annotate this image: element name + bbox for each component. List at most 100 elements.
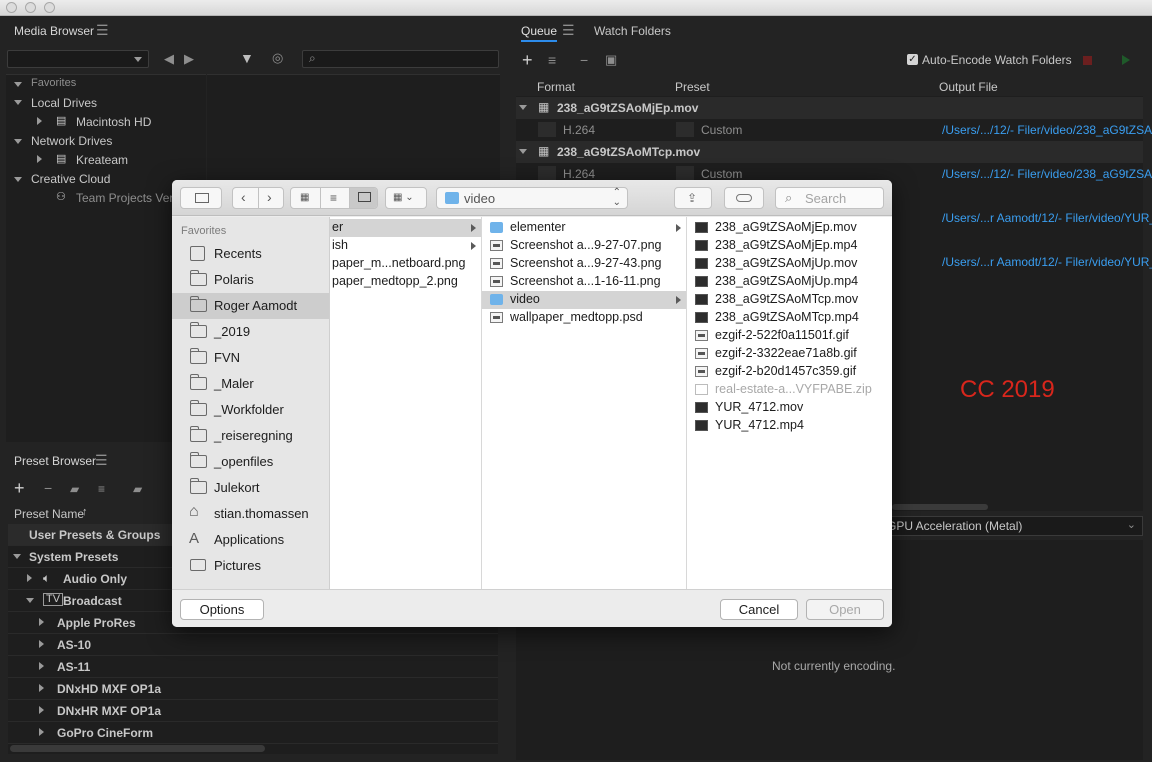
- list-item[interactable]: 238_aG9tZSAoMTcp.mp4: [687, 309, 892, 327]
- list-item[interactable]: 238_aG9tZSAoMjEp.mp4: [687, 237, 892, 255]
- tree-item-kreateam[interactable]: Kreateam: [76, 153, 128, 167]
- expand-favorites-icon[interactable]: [14, 82, 22, 87]
- sidebar-item-2019[interactable]: _2019: [172, 319, 329, 345]
- tree-item-creative-cloud[interactable]: Creative Cloud: [31, 172, 110, 186]
- list-item[interactable]: GoPro CineForm: [8, 722, 498, 744]
- expand-macintosh-icon[interactable]: [37, 117, 42, 125]
- back-icon[interactable]: ‹: [241, 189, 246, 205]
- sidebar-toggle-button[interactable]: [180, 187, 222, 209]
- location-dropdown[interactable]: [7, 50, 149, 68]
- list-item[interactable]: paper_m...netboard.png: [330, 255, 481, 273]
- duplicate-icon[interactable]: ▣: [605, 52, 617, 68]
- output-file-link[interactable]: /Users/.../12/- Filer/video/238_aG9tZSAo: [942, 167, 1152, 181]
- chevron-down-icon[interactable]: [26, 598, 34, 603]
- arrange-button[interactable]: ▦ ⌄: [385, 187, 427, 209]
- add-preset-icon[interactable]: +: [14, 478, 25, 499]
- list-item[interactable]: AS-10: [8, 634, 498, 656]
- list-item[interactable]: ezgif-2-522f0a11501f.gif: [687, 327, 892, 345]
- format-column-header[interactable]: Format: [537, 80, 575, 94]
- list-item[interactable]: Screenshot a...9-27-43.png: [482, 255, 686, 273]
- list-item[interactable]: DNxHR MXF OP1a: [8, 700, 498, 722]
- filter-icon[interactable]: ▼: [240, 50, 254, 66]
- tab-queue[interactable]: Queue: [521, 24, 558, 42]
- sidebar-item-home[interactable]: ⌂ stian.thomassen: [172, 501, 329, 527]
- chevron-right-icon[interactable]: [39, 640, 44, 648]
- remove-icon[interactable]: −: [580, 52, 588, 68]
- horizontal-scrollbar[interactable]: [10, 745, 265, 752]
- share-button[interactable]: ⇪: [674, 187, 712, 209]
- list-item[interactable]: 238_aG9tZSAoMjUp.mp4: [687, 273, 892, 291]
- search-field[interactable]: ⌕ Search: [775, 187, 884, 209]
- options-button[interactable]: Options: [180, 599, 264, 620]
- column-view-button[interactable]: [349, 188, 377, 208]
- preset-dropdown[interactable]: [676, 122, 694, 137]
- settings-sliders-icon[interactable]: ≡: [548, 52, 556, 68]
- horizontal-scrollbar[interactable]: [892, 504, 988, 510]
- media-search-input[interactable]: ⌕: [302, 50, 499, 68]
- sidebar-item-applications[interactable]: A Applications: [172, 527, 329, 553]
- expand-kreateam-icon[interactable]: [37, 155, 42, 163]
- tree-item-favorites[interactable]: Favorites: [31, 77, 76, 89]
- minimize-window-button[interactable]: [25, 2, 36, 13]
- list-item[interactable]: 238_aG9tZSAoMjUp.mov: [687, 255, 892, 273]
- zoom-window-button[interactable]: [44, 2, 55, 13]
- preset-settings-icon[interactable]: ≡: [98, 482, 105, 496]
- preset-dropdown[interactable]: [676, 166, 694, 181]
- list-item[interactable]: ezgif-2-3322eae71a8b.gif: [687, 345, 892, 363]
- tree-item-local-drives[interactable]: Local Drives: [31, 96, 97, 110]
- add-source-icon[interactable]: +: [522, 50, 533, 71]
- view-icon[interactable]: ◎: [272, 50, 283, 66]
- cancel-button[interactable]: Cancel: [720, 599, 798, 620]
- expand-local-drives-icon[interactable]: [14, 100, 22, 105]
- auto-encode-checkbox[interactable]: ✓: [907, 54, 918, 65]
- list-item[interactable]: paper_medtopp_2.png: [330, 273, 481, 291]
- tree-item-network-drives[interactable]: Network Drives: [31, 134, 112, 148]
- new-group-icon[interactable]: ▰: [70, 482, 79, 496]
- icon-view-button[interactable]: ▦: [291, 188, 320, 208]
- chevron-right-icon[interactable]: [39, 618, 44, 626]
- list-item[interactable]: AS-11: [8, 656, 498, 678]
- output-file-link[interactable]: /Users/...r Aamodt/12/- Filer/video/YUR_: [942, 255, 1152, 269]
- back-arrow-icon[interactable]: ◀: [164, 51, 174, 67]
- list-item[interactable]: Screenshot a...9-27-07.png: [482, 237, 686, 255]
- panel-menu-icon[interactable]: ☰: [562, 22, 575, 39]
- remove-preset-icon[interactable]: −: [44, 480, 52, 496]
- chevron-down-icon[interactable]: [13, 554, 21, 559]
- sidebar-item-maler[interactable]: _Maler: [172, 371, 329, 397]
- list-item[interactable]: ish: [330, 237, 481, 255]
- output-file-link[interactable]: /Users/...r Aamodt/12/- Filer/video/YUR_: [942, 211, 1152, 225]
- chevron-right-icon[interactable]: [39, 728, 44, 736]
- output-column-header[interactable]: Output File: [939, 80, 998, 94]
- list-item[interactable]: 238_aG9tZSAoMjEp.mov: [687, 219, 892, 237]
- sidebar-item-polaris[interactable]: Polaris: [172, 267, 329, 293]
- chevron-right-icon[interactable]: [27, 574, 32, 582]
- forward-arrow-icon[interactable]: ▶: [184, 51, 194, 67]
- list-item[interactable]: video: [482, 291, 686, 309]
- list-item[interactable]: er: [330, 219, 481, 237]
- chevron-right-icon[interactable]: [39, 706, 44, 714]
- stop-icon[interactable]: [1083, 56, 1092, 65]
- table-row[interactable]: ▦ 238_aG9tZSAoMjEp.mov: [516, 97, 1143, 119]
- list-item[interactable]: YUR_4712.mp4: [687, 417, 892, 435]
- list-view-button[interactable]: ≡: [320, 188, 349, 208]
- table-row[interactable]: ▦ 238_aG9tZSAoMTcp.mov: [516, 141, 1143, 163]
- chevron-down-icon[interactable]: [519, 105, 527, 110]
- output-file-link[interactable]: /Users/.../12/- Filer/video/238_aG9tZSAo: [942, 123, 1152, 137]
- import-preset-icon[interactable]: ▰: [133, 482, 142, 496]
- list-item[interactable]: real-estate-a...VYFPABE.zip: [687, 381, 892, 399]
- list-item[interactable]: Screenshot a...1-16-11.png: [482, 273, 686, 291]
- sidebar-item-roger-aamodt[interactable]: Roger Aamodt: [172, 293, 329, 319]
- expand-network-icon[interactable]: [14, 139, 22, 144]
- path-popup[interactable]: video ⌃ ⌄: [436, 187, 628, 209]
- list-item[interactable]: YUR_4712.mov: [687, 399, 892, 417]
- panel-menu-icon[interactable]: ☰: [96, 22, 109, 39]
- panel-menu-icon[interactable]: ☰: [95, 452, 108, 469]
- tags-button[interactable]: [724, 187, 764, 209]
- open-button[interactable]: Open: [806, 599, 884, 620]
- sidebar-item-pictures[interactable]: Pictures: [172, 553, 329, 579]
- chevron-right-icon[interactable]: [39, 684, 44, 692]
- chevron-down-icon[interactable]: [519, 149, 527, 154]
- format-dropdown[interactable]: [538, 166, 556, 181]
- sidebar-item-fvn[interactable]: FVN: [172, 345, 329, 371]
- sidebar-item-julekort[interactable]: Julekort: [172, 475, 329, 501]
